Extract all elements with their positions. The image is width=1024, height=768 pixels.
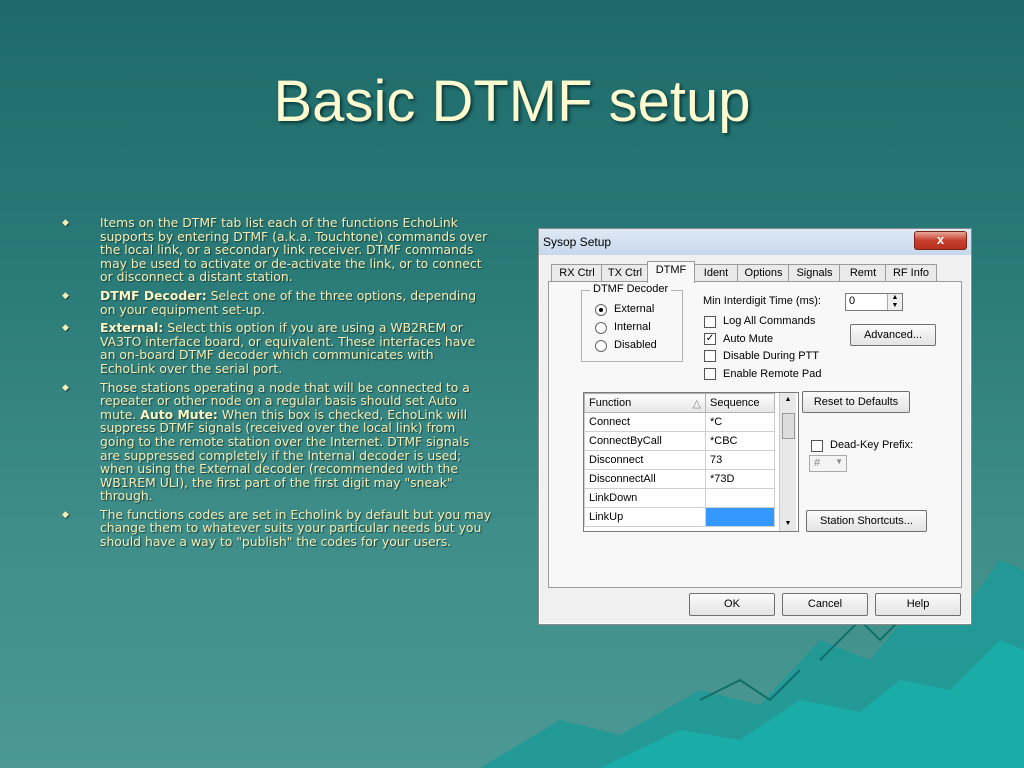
radio-disabled-label: Disabled — [614, 339, 657, 351]
diamond-bullet-icon: ◆ — [62, 323, 69, 334]
sysop-setup-dialog: Sysop Setup x RX Ctrl TX Ctrl DTMF Ident… — [538, 228, 972, 625]
table-row[interactable]: Disconnect 73 — [584, 450, 775, 470]
sequence-cell[interactable]: *C — [705, 412, 775, 432]
function-cell: LinkUp — [584, 507, 706, 527]
bullet-item: ◆ Those stations operating a node that w… — [62, 380, 492, 504]
function-cell: Disconnect — [584, 450, 706, 470]
table-row[interactable]: LinkUp — [584, 507, 775, 527]
advanced-button[interactable]: Advanced... — [850, 324, 936, 346]
bullet-item: ◆ DTMF Decoder: Select one of the three … — [62, 289, 492, 316]
tab-tx-ctrl[interactable]: TX Ctrl — [601, 264, 649, 282]
tab-rf-info[interactable]: RF Info — [885, 264, 937, 282]
table-row[interactable]: Connect *C — [584, 412, 775, 432]
disable-during-ptt-checkbox[interactable] — [704, 350, 716, 362]
table-row[interactable]: DisconnectAll *73D — [584, 469, 775, 489]
enable-remote-pad-label: Enable Remote Pad — [723, 368, 822, 380]
enable-remote-pad-checkbox[interactable] — [704, 368, 716, 380]
table-scrollbar[interactable]: ▲ ▼ — [779, 393, 796, 531]
slide-title: Basic DTMF setup — [273, 69, 751, 134]
sequence-cell-selected[interactable] — [705, 507, 775, 527]
diamond-bullet-icon: ◆ — [62, 290, 69, 301]
radio-external-label: External — [614, 303, 655, 315]
bullet-text-cont: When this box is checked, EchoLink will … — [100, 406, 470, 504]
tab-options[interactable]: Options — [737, 264, 790, 282]
column-header-function[interactable]: Function △ — [584, 393, 706, 413]
help-button[interactable]: Help — [875, 593, 961, 616]
min-interdigit-label: Min Interdigit Time (ms): — [703, 295, 821, 307]
function-cell: DisconnectAll — [584, 469, 706, 489]
sequence-cell[interactable] — [705, 488, 775, 508]
dialog-titlebar[interactable]: Sysop Setup x — [539, 229, 971, 255]
chevron-down-icon: ▼ — [835, 457, 843, 466]
bullet-list: ◆ Items on the DTMF tab list each of the… — [62, 216, 492, 554]
diamond-bullet-icon: ◆ — [62, 509, 69, 520]
radio-disabled[interactable] — [595, 340, 607, 352]
radio-internal[interactable] — [595, 322, 607, 334]
function-cell: Connect — [584, 412, 706, 432]
radio-internal-label: Internal — [614, 321, 651, 333]
function-sequence-table[interactable]: Function △ Sequence Connect *C ConnectByCa… — [583, 392, 799, 532]
bullet-item: ◆ Items on the DTMF tab list each of the… — [62, 216, 492, 284]
function-cell: ConnectByCall — [584, 431, 706, 451]
auto-mute-label: Auto Mute — [723, 333, 774, 345]
dead-key-prefix-select[interactable]: # ▼ — [809, 455, 847, 472]
bullet-text: The functions codes are set in Echolink … — [100, 506, 492, 550]
close-icon: x — [936, 232, 945, 247]
station-shortcuts-button[interactable]: Station Shortcuts... — [806, 510, 927, 532]
close-button[interactable]: x — [914, 231, 967, 250]
bullet-text: Items on the DTMF tab list each of the f… — [100, 215, 488, 285]
tab-signals[interactable]: Signals — [788, 264, 841, 282]
sequence-cell[interactable]: *CBC — [705, 431, 775, 451]
table-row[interactable]: ConnectByCall *CBC — [584, 431, 775, 451]
tab-dtmf[interactable]: DTMF — [647, 261, 695, 283]
sort-triangle-icon: △ — [692, 397, 701, 410]
dialog-title: Sysop Setup — [543, 235, 612, 249]
diamond-bullet-icon: ◆ — [62, 218, 69, 228]
reset-to-defaults-button[interactable]: Reset to Defaults — [802, 391, 910, 413]
min-interdigit-spinner[interactable]: 0 ▲ ▼ — [845, 293, 903, 311]
diamond-bullet-icon: ◆ — [62, 382, 69, 393]
spinner-arrows-icon[interactable]: ▲ ▼ — [887, 294, 902, 310]
radio-external[interactable] — [595, 304, 607, 316]
sequence-cell[interactable]: 73 — [705, 450, 775, 470]
dead-key-prefix-label: Dead-Key Prefix: — [830, 439, 914, 451]
ok-button[interactable]: OK — [689, 593, 775, 616]
disable-during-ptt-label: Disable During PTT — [723, 350, 819, 362]
dead-key-prefix-checkbox[interactable] — [811, 440, 823, 452]
function-cell: LinkDown — [584, 488, 706, 508]
tab-ident[interactable]: Ident — [693, 264, 739, 282]
bullet-item: ◆ The functions codes are set in Echolin… — [62, 508, 492, 549]
log-all-commands-checkbox[interactable] — [704, 316, 716, 328]
column-header-sequence[interactable]: Sequence — [705, 393, 775, 413]
min-interdigit-value: 0 — [849, 295, 856, 307]
tab-remt[interactable]: Remt — [839, 264, 887, 282]
sequence-cell[interactable]: *73D — [705, 469, 775, 489]
cancel-button[interactable]: Cancel — [782, 593, 868, 616]
dtmf-decoder-label: DTMF Decoder — [590, 283, 672, 295]
dead-key-prefix-value: # — [814, 457, 821, 469]
bullet-item: ◆ External: Select this option if you ar… — [62, 321, 492, 375]
log-all-commands-label: Log All Commands — [723, 315, 816, 327]
dtmf-decoder-group: DTMF Decoder External Internal Disabled — [581, 283, 683, 362]
scroll-up-arrow-icon[interactable]: ▲ — [780, 393, 796, 407]
auto-mute-checkbox[interactable]: ✓ — [704, 333, 716, 345]
scroll-down-arrow-icon[interactable]: ▼ — [780, 517, 796, 531]
table-row[interactable]: LinkDown — [584, 488, 775, 508]
scroll-thumb[interactable] — [782, 413, 795, 439]
tab-rx-ctrl[interactable]: RX Ctrl — [551, 264, 603, 282]
